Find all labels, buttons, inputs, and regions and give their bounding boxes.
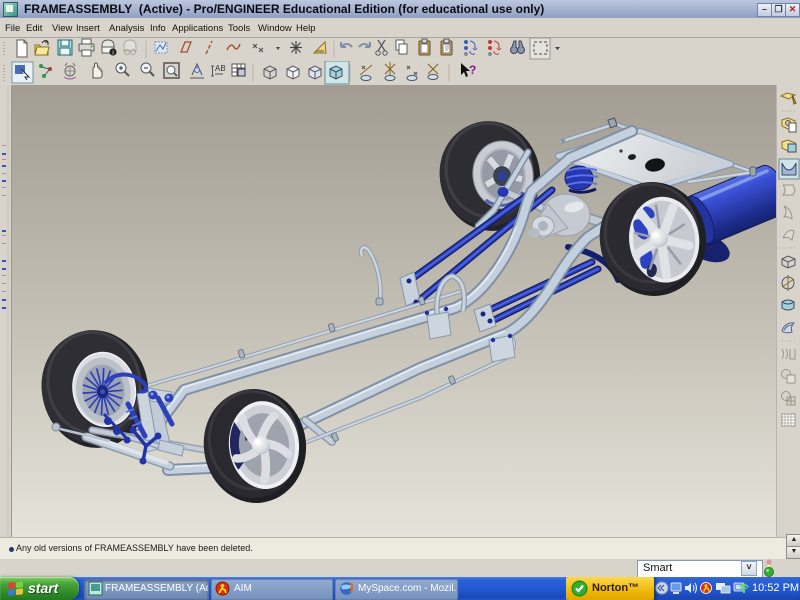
svg-text:AB: AB	[215, 64, 226, 73]
svg-text:?: ?	[469, 63, 476, 77]
svg-text:i: i	[112, 51, 113, 57]
